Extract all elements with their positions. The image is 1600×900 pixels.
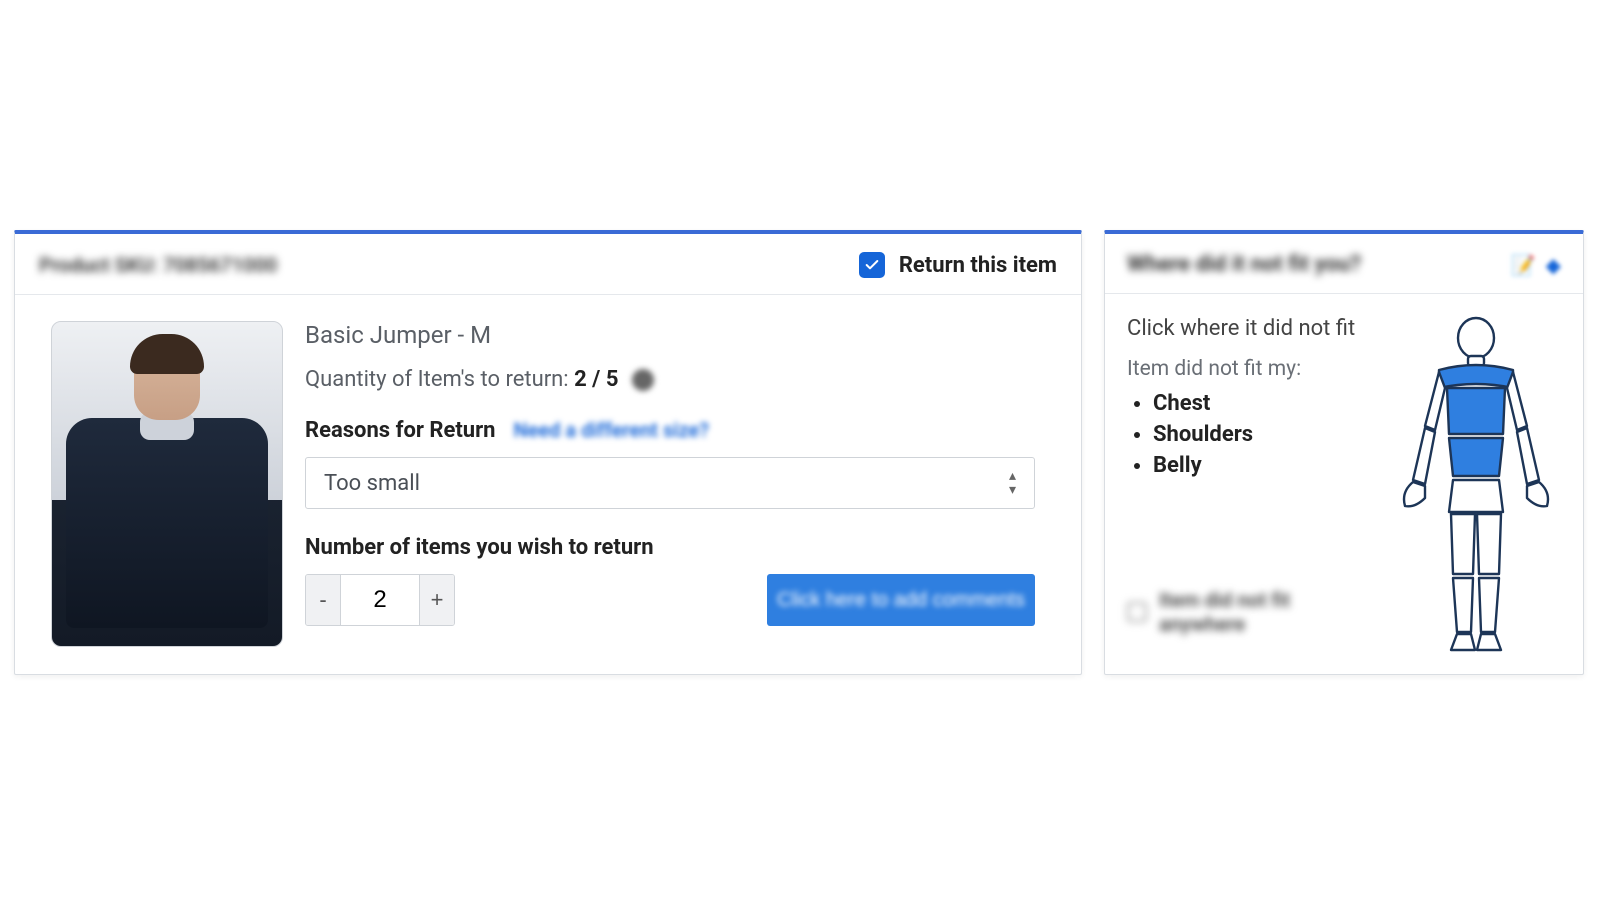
body-region-shin-left[interactable] — [1453, 578, 1473, 632]
fit-feedback-card: Where did it not fit you? 📝 ◆ Click wher… — [1104, 230, 1584, 675]
quantity-stepper: - + — [305, 574, 455, 626]
body-region-upper-arm-right[interactable] — [1507, 372, 1527, 430]
body-diagram[interactable] — [1391, 316, 1561, 656]
body-region-thigh-left[interactable] — [1451, 514, 1475, 574]
did-not-fit-label: Item did not fit my: — [1127, 357, 1381, 381]
fit-card-title: Where did it not fit you? — [1127, 252, 1361, 277]
stepper-decrement-button[interactable]: - — [306, 575, 340, 625]
body-icon[interactable]: ◆ — [1546, 253, 1561, 277]
body-region-thigh-right[interactable] — [1477, 514, 1501, 574]
body-region-hand-left[interactable] — [1404, 482, 1425, 506]
fit-anywhere-label: Item did not fit anywhere — [1159, 588, 1381, 636]
edit-icon[interactable]: 📝 — [1511, 253, 1536, 277]
stepper-value-input[interactable] — [340, 575, 420, 625]
stepper-increment-button[interactable]: + — [420, 575, 454, 625]
body-region-chest[interactable] — [1447, 388, 1505, 434]
fit-area-item: Shoulders — [1153, 422, 1381, 447]
quantity-info-icon[interactable] — [632, 369, 654, 391]
product-image — [51, 321, 283, 647]
return-this-item-checkbox[interactable] — [859, 252, 885, 278]
add-comments-button[interactable]: Click here to add comments — [767, 574, 1035, 626]
fit-area-item: Chest — [1153, 391, 1381, 416]
check-icon — [864, 257, 880, 273]
body-region-hand-right[interactable] — [1527, 482, 1548, 506]
chevron-updown-icon: ▴▾ — [1009, 469, 1016, 497]
fit-areas-list: Chest Shoulders Belly — [1127, 391, 1381, 478]
product-name: Basic Jumper - M — [305, 321, 1045, 349]
number-to-return-label: Number of items you wish to return — [305, 535, 1045, 560]
return-item-header: Product SKU: 7085671000 Return this item — [15, 234, 1081, 295]
body-region-forearm-right[interactable] — [1517, 428, 1539, 484]
body-region-belly[interactable] — [1449, 438, 1503, 476]
body-region-shoulders[interactable] — [1439, 365, 1513, 388]
reasons-label: Reasons for Return — [305, 418, 496, 443]
body-region-shin-right[interactable] — [1479, 578, 1499, 632]
body-region-foot-left[interactable] — [1451, 634, 1475, 650]
reason-select[interactable]: Too small ▴▾ — [305, 457, 1035, 509]
body-region-forearm-left[interactable] — [1413, 428, 1435, 484]
body-region-foot-right[interactable] — [1477, 634, 1501, 650]
body-region-hips[interactable] — [1449, 480, 1503, 512]
quantity-summary: Quantity of Item's to return: 2 / 5 — [305, 367, 1045, 392]
return-this-item-label: Return this item — [899, 253, 1057, 278]
product-sku-label: Product SKU: 7085671000 — [39, 253, 277, 277]
fit-anywhere-checkbox[interactable] — [1127, 602, 1147, 622]
return-item-card: Product SKU: 7085671000 Return this item… — [14, 230, 1082, 675]
body-region-upper-arm-left[interactable] — [1425, 372, 1445, 430]
fit-area-item: Belly — [1153, 453, 1381, 478]
reason-selected-value: Too small — [324, 471, 420, 496]
different-size-link[interactable]: Need a different size? — [514, 418, 710, 442]
click-where-title: Click where it did not fit — [1127, 316, 1381, 341]
